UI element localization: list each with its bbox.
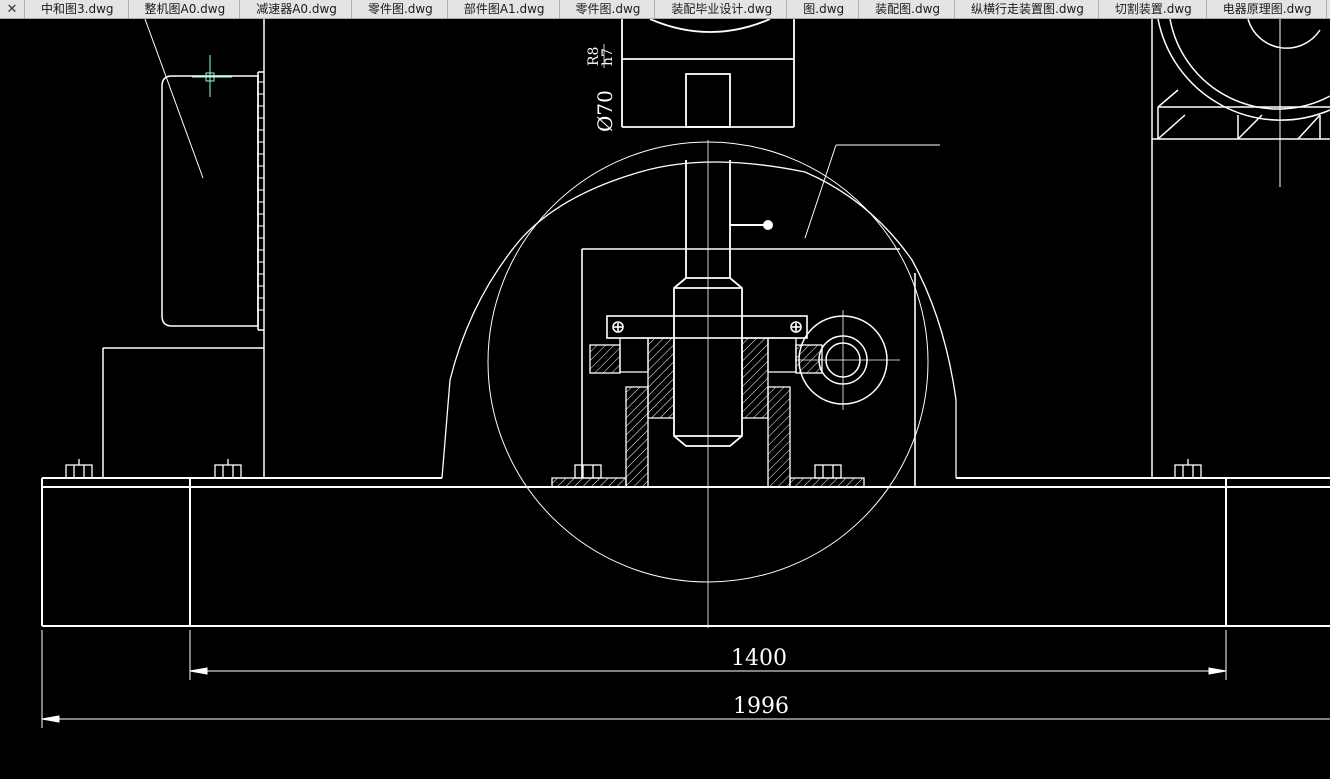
gearbox-right bbox=[1151, 19, 1330, 478]
document-tab[interactable]: 零件图.dwg bbox=[352, 0, 448, 18]
dimension-1996 bbox=[41, 630, 1330, 728]
detail-circle bbox=[441, 141, 957, 583]
fit-lower-label: h7 bbox=[600, 48, 616, 66]
pin bbox=[730, 220, 773, 230]
bolt bbox=[574, 464, 602, 479]
document-tab[interactable]: 部件图A1.dwg bbox=[448, 0, 560, 18]
document-tab[interactable]: 装配图.dwg bbox=[859, 0, 956, 18]
document-tab-bar: ✕ 中和图3.dwg 整机图A0.dwg 减速器A0.dwg 零件图.dwg 部… bbox=[0, 0, 1330, 19]
side-flange bbox=[795, 310, 900, 410]
document-tab[interactable]: 图.dwg bbox=[787, 0, 860, 18]
document-tab[interactable]: 中和图3.dwg bbox=[25, 0, 129, 18]
dimension-1996-label: 1996 bbox=[733, 694, 789, 719]
diameter-dimension: Ø70 bbox=[593, 90, 617, 132]
motor-left bbox=[102, 19, 265, 478]
document-tab[interactable]: 装配 bbox=[1327, 0, 1330, 18]
cad-application-window: ✕ 中和图3.dwg 整机图A0.dwg 减速器A0.dwg 零件图.dwg 部… bbox=[0, 0, 1330, 779]
document-tab[interactable]: 切割装置.dwg bbox=[1099, 0, 1207, 18]
dimension-1400-label: 1400 bbox=[731, 646, 787, 671]
document-tab[interactable]: 装配毕业设计.dwg bbox=[655, 0, 788, 18]
bolt bbox=[65, 459, 93, 479]
document-tab[interactable]: 整机图A0.dwg bbox=[129, 0, 241, 18]
dimension-1400 bbox=[189, 630, 1227, 680]
motor-fins bbox=[258, 81, 264, 311]
drawing-canvas[interactable]: Ø70 R8 h7 1400 1996 bbox=[0, 19, 1330, 779]
cad-drawing[interactable]: Ø70 R8 h7 1400 1996 bbox=[0, 19, 1330, 779]
document-tab[interactable]: 零件图.dwg bbox=[560, 0, 656, 18]
bolt bbox=[214, 459, 242, 479]
document-tab[interactable]: 电器原理图.dwg bbox=[1207, 0, 1327, 18]
document-tab[interactable]: 纵横行走装置图.dwg bbox=[955, 0, 1099, 18]
document-tab[interactable]: 减速器A0.dwg bbox=[240, 0, 352, 18]
base-frame bbox=[41, 477, 1330, 627]
vertical-shaft bbox=[673, 140, 743, 628]
bolt bbox=[814, 464, 842, 479]
close-tab-icon[interactable]: ✕ bbox=[0, 0, 25, 18]
leader-line bbox=[804, 144, 940, 239]
leader-line bbox=[144, 19, 204, 179]
bolt bbox=[1174, 459, 1202, 479]
upper-housing bbox=[621, 19, 795, 128]
